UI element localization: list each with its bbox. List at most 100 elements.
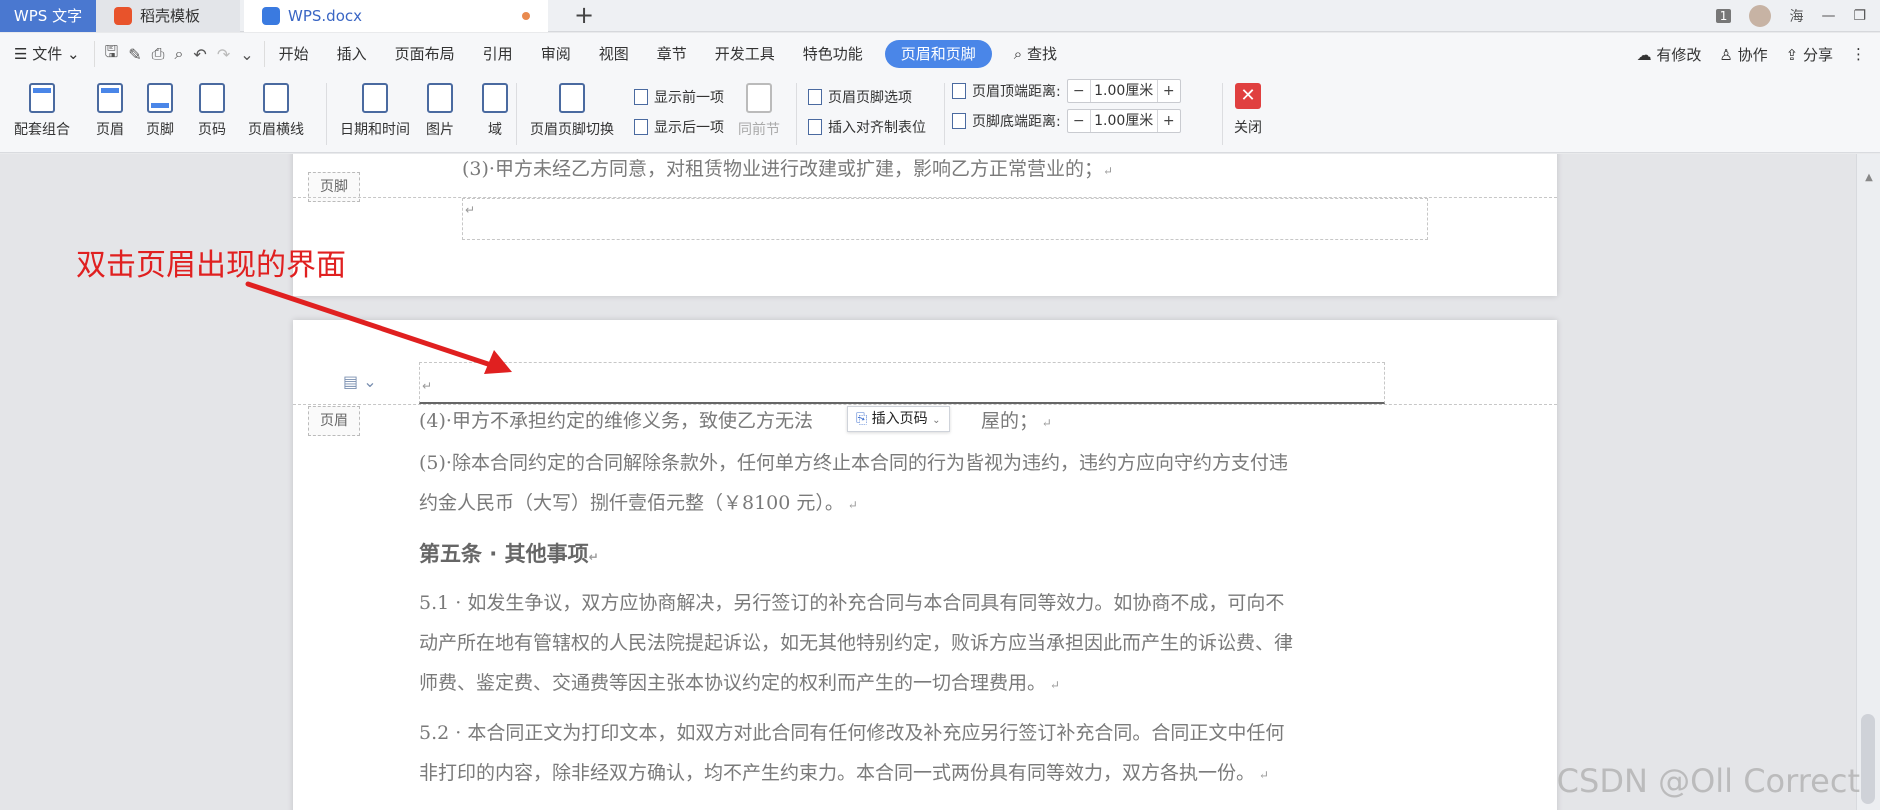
- footer-bottom-stepper[interactable]: − 1.00厘米 +: [1066, 109, 1181, 133]
- search-label: 查找: [1026, 45, 1057, 63]
- file-menu[interactable]: ☰ 文件 ⌄: [0, 33, 94, 75]
- close-icon: ✕: [1235, 83, 1261, 109]
- combo-button[interactable]: 配套组合: [14, 83, 70, 139]
- increment-button[interactable]: +: [1158, 113, 1180, 129]
- calendar-icon: [362, 83, 388, 113]
- menu-page-layout[interactable]: 页面布局: [381, 33, 469, 75]
- quick-access-toolbar: 🖫 ✎ ⎙ ⌕ ↶ ↷ ⌄: [93, 41, 265, 68]
- header-line-button[interactable]: 页眉横线: [248, 83, 304, 139]
- field-button[interactable]: 域: [482, 83, 508, 139]
- combo-label: 配套组合: [14, 122, 70, 138]
- print-preview-icon[interactable]: ⌕: [174, 44, 183, 64]
- redo-icon[interactable]: ↷: [217, 45, 230, 64]
- modified-label: 有修改: [1656, 45, 1702, 64]
- show-prev-label: 显示前一项: [654, 90, 724, 106]
- unsaved-dot-icon[interactable]: [522, 12, 530, 20]
- scroll-up-icon[interactable]: ▲: [1857, 172, 1880, 183]
- ribbon-divider: [326, 83, 327, 145]
- docer-icon: [114, 7, 132, 25]
- user-name[interactable]: 海: [1789, 6, 1803, 26]
- header-top-input[interactable]: 1.00厘米: [1089, 80, 1158, 102]
- increment-button[interactable]: +: [1158, 83, 1180, 99]
- same-as-prev-icon: [746, 83, 772, 113]
- header-line-label: 页眉横线: [248, 122, 304, 138]
- search-button[interactable]: ⌕ 查找: [1000, 33, 1071, 75]
- header-distance-icon: [952, 83, 966, 99]
- menu-section[interactable]: 章节: [643, 33, 701, 75]
- document-area[interactable]: (3)·甲方未经乙方同意，对租赁物业进行改建或扩建，影响乙方正常营业的；↵ 页脚…: [0, 154, 1880, 810]
- footer-button[interactable]: 页脚: [146, 83, 174, 139]
- datetime-label: 日期和时间: [340, 122, 410, 138]
- header-footer-options-button[interactable]: 页眉页脚选项: [808, 87, 912, 107]
- minimize-icon[interactable]: —: [1821, 8, 1835, 24]
- vertical-scrollbar[interactable]: ▲: [1856, 154, 1880, 810]
- scrollbar-thumb[interactable]: [1861, 714, 1875, 804]
- new-tab-button[interactable]: +: [568, 0, 600, 32]
- show-next-button[interactable]: 显示后一项: [634, 117, 724, 137]
- page-number-button[interactable]: 页码: [198, 83, 226, 139]
- header-top-label: 页眉顶端距离:: [972, 84, 1061, 100]
- header-icon: [97, 83, 123, 113]
- options-icon: [808, 89, 822, 105]
- menu-bar: ☰ 文件 ⌄ 🖫 ✎ ⎙ ⌕ ↶ ↷ ⌄ 开始 插入 页面布局 引用 审阅 视图…: [0, 33, 1880, 75]
- insert-align-tab-button[interactable]: 插入对齐制表位: [808, 117, 926, 137]
- menu-review[interactable]: 审阅: [527, 33, 585, 75]
- customize-icon[interactable]: ⌄: [240, 45, 253, 64]
- file-menu-label: 文件: [32, 45, 63, 63]
- format-painter-icon[interactable]: ✎: [128, 45, 141, 64]
- undo-icon[interactable]: ↶: [193, 45, 206, 64]
- header-button[interactable]: 页眉: [96, 83, 124, 139]
- watermark: CSDN @Oll Correct: [1556, 762, 1860, 800]
- share-button[interactable]: ⇪ 分享: [1786, 44, 1833, 65]
- ribbon-divider: [1222, 83, 1223, 145]
- ribbon-divider: [944, 83, 945, 145]
- header-label: 页眉: [96, 122, 124, 138]
- align-tab-label: 插入对齐制表位: [828, 120, 926, 136]
- header-top-stepper[interactable]: − 1.00厘米 +: [1066, 79, 1181, 103]
- footer-bottom-distance: 页脚底端距离: − 1.00厘米 +: [952, 109, 1181, 133]
- show-next-label: 显示后一项: [654, 120, 724, 136]
- picture-icon: [427, 83, 453, 113]
- switch-label: 页眉页脚切换: [530, 122, 614, 138]
- show-prev-button[interactable]: 显示前一项: [634, 87, 724, 107]
- save-icon[interactable]: 🖫: [105, 41, 119, 68]
- ribbon-divider: [516, 83, 517, 145]
- modified-button[interactable]: ☁ 有修改: [1637, 44, 1702, 65]
- menu-home[interactable]: 开始: [265, 33, 323, 75]
- menu-developer[interactable]: 开发工具: [701, 33, 789, 75]
- same-as-prev-button[interactable]: 同前节: [738, 83, 780, 139]
- header-top-distance: 页眉顶端距离: − 1.00厘米 +: [952, 79, 1181, 103]
- tab-docer[interactable]: 稻壳模板: [96, 0, 240, 32]
- more-icon[interactable]: ⋮: [1851, 45, 1866, 63]
- menu-references[interactable]: 引用: [469, 33, 527, 75]
- footer-bottom-input[interactable]: 1.00厘米: [1089, 110, 1158, 132]
- tab-label: WPS.docx: [288, 7, 362, 25]
- app-tab[interactable]: WPS 文字: [0, 0, 96, 32]
- footer-distance-icon: [952, 113, 966, 129]
- decrement-button[interactable]: −: [1068, 113, 1090, 129]
- menu-special[interactable]: 特色功能: [789, 33, 877, 75]
- avatar[interactable]: [1749, 5, 1772, 27]
- menu-view[interactable]: 视图: [585, 33, 643, 75]
- print-icon[interactable]: ⎙: [152, 44, 165, 64]
- ribbon-divider: [796, 83, 797, 145]
- switch-header-footer-button[interactable]: 页眉页脚切换: [530, 83, 614, 139]
- field-label: 域: [488, 122, 502, 138]
- picture-button[interactable]: 图片: [426, 83, 454, 139]
- menu-insert[interactable]: 插入: [323, 33, 381, 75]
- annotation-arrow-icon: [245, 281, 512, 374]
- tab-document[interactable]: WPS.docx: [244, 0, 548, 32]
- field-icon: [482, 83, 508, 113]
- decrement-button[interactable]: −: [1068, 83, 1090, 99]
- page-count-badge[interactable]: 1: [1715, 9, 1732, 23]
- close-header-footer-button[interactable]: ✕ 关闭: [1234, 83, 1262, 137]
- menu-header-footer[interactable]: 页眉和页脚: [884, 40, 992, 68]
- datetime-button[interactable]: 日期和时间: [340, 83, 410, 139]
- options-label: 页眉页脚选项: [828, 90, 912, 106]
- align-tab-icon: [808, 119, 822, 135]
- restore-icon[interactable]: ❐: [1853, 8, 1866, 24]
- page-number-label: 页码: [198, 122, 226, 138]
- picture-label: 图片: [426, 122, 454, 138]
- close-label: 关闭: [1234, 120, 1262, 136]
- collaborate-button[interactable]: ♙ 协作: [1719, 44, 1767, 65]
